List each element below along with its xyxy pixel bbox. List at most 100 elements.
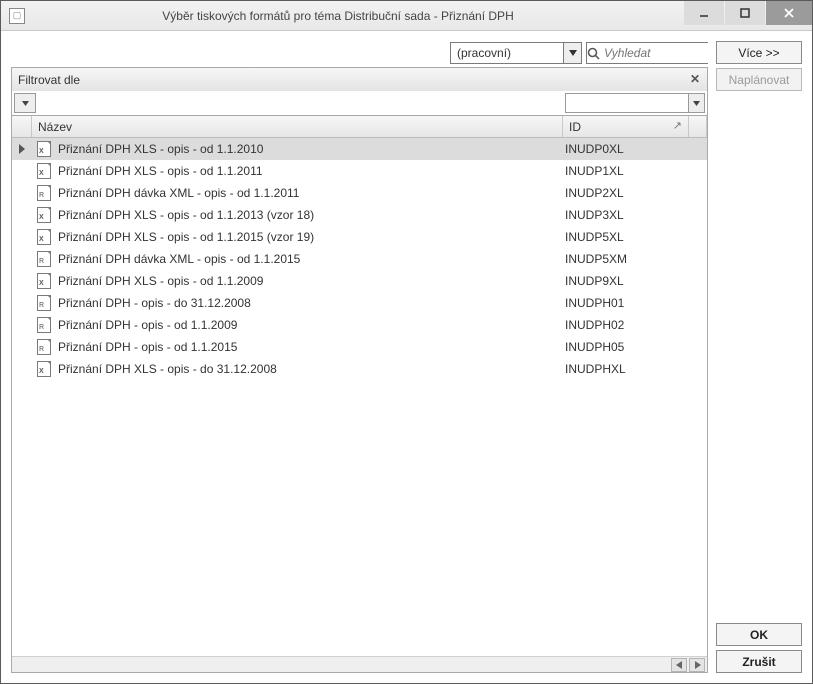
excel-file-icon: X — [37, 229, 51, 245]
horizontal-scrollbar[interactable] — [12, 656, 707, 672]
excel-file-icon: X — [37, 361, 51, 377]
table-row[interactable]: R Přiznání DPH - opis - do 31.12.2008INUD… — [12, 292, 707, 314]
row-type-icon: X — [32, 141, 56, 157]
report-file-icon: R — [37, 317, 51, 333]
row-name: Přiznání DPH - opis - od 1.1.2015 — [56, 340, 563, 354]
row-id: INUDP1XL — [563, 164, 689, 178]
profile-combo[interactable]: (pracovní) — [450, 42, 582, 64]
right-button-pane: Více >> Naplánovat OK Zrušit — [716, 41, 802, 673]
minimize-button[interactable] — [684, 1, 724, 25]
current-row-icon — [19, 144, 25, 154]
row-id: INUDP9XL — [563, 274, 689, 288]
table-row[interactable]: R Přiznání DPH dávka XML - opis - od 1.1.… — [12, 182, 707, 204]
row-name: Přiznání DPH XLS - opis - do 31.12.2008 — [56, 362, 563, 376]
chevron-down-icon — [22, 101, 29, 106]
grid-header-extra[interactable] — [689, 116, 707, 137]
filter-field-combo-small[interactable] — [14, 93, 36, 113]
row-type-icon: R — [32, 251, 56, 267]
table-row[interactable]: X Přiznání DPH XLS - opis - od 1.1.2011IN… — [12, 160, 707, 182]
report-file-icon: R — [37, 295, 51, 311]
scroll-right-button[interactable] — [689, 658, 705, 672]
row-id: INUDP0XL — [563, 142, 689, 156]
report-file-icon: R — [37, 185, 51, 201]
row-type-icon: X — [32, 229, 56, 245]
profile-combo-text: (pracovní) — [451, 46, 563, 60]
row-type-icon: X — [32, 361, 56, 377]
row-id: INUDPHXL — [563, 362, 689, 376]
window-controls — [683, 1, 812, 25]
table-row[interactable]: R Přiznání DPH dávka XML - opis - od 1.1.… — [12, 248, 707, 270]
scroll-left-button[interactable] — [671, 658, 687, 672]
more-button[interactable]: Více >> — [716, 41, 802, 64]
filter-value-combo[interactable] — [565, 93, 705, 113]
minimize-icon — [698, 7, 710, 19]
maximize-button[interactable] — [725, 1, 765, 25]
row-id: INUDPH01 — [563, 296, 689, 310]
chevron-right-icon — [694, 661, 701, 669]
table-row[interactable]: X Přiznání DPH XLS - opis - od 1.1.2013 (… — [12, 204, 707, 226]
ok-button[interactable]: OK — [716, 623, 802, 646]
row-name: Přiznání DPH XLS - opis - od 1.1.2011 — [56, 164, 563, 178]
close-icon — [783, 7, 795, 19]
row-type-icon: X — [32, 273, 56, 289]
table-row[interactable]: X Přiznání DPH XLS - opis - od 1.1.2015 (… — [12, 226, 707, 248]
filter-criteria-row — [11, 91, 708, 115]
titlebar: ▢ Výběr tiskových formátů pro téma Distr… — [1, 1, 812, 31]
filter-header: Filtrovat dle ✕ — [11, 67, 708, 91]
row-name: Přiznání DPH - opis - do 31.12.2008 — [56, 296, 563, 310]
row-type-icon: X — [32, 207, 56, 223]
dialog-window: ▢ Výběr tiskových formátů pro téma Distr… — [0, 0, 813, 684]
row-name: Přiznání DPH XLS - opis - od 1.1.2010 — [56, 142, 563, 156]
filter-value-button[interactable] — [688, 94, 704, 112]
table-row[interactable]: X Přiznání DPH XLS - opis - od 1.1.2010IN… — [12, 138, 707, 160]
row-name: Přiznání DPH XLS - opis - od 1.1.2015 (v… — [56, 230, 563, 244]
toolbar-row: (pracovní) — [11, 41, 708, 65]
grid-header-name[interactable]: Název — [32, 116, 563, 137]
chevron-down-icon — [693, 101, 700, 106]
grid-header: Název ID ↗ — [12, 116, 707, 138]
row-type-icon: R — [32, 295, 56, 311]
client-area: (pracovní) Filtrovat dle ✕ — [1, 31, 812, 683]
report-file-icon: R — [37, 251, 51, 267]
chevron-down-icon — [569, 50, 577, 56]
table-row[interactable]: R Přiznání DPH - opis - od 1.1.2015INUDPH… — [12, 336, 707, 358]
row-id: INUDPH02 — [563, 318, 689, 332]
row-type-icon: R — [32, 339, 56, 355]
cancel-button[interactable]: Zrušit — [716, 650, 802, 673]
table-row[interactable]: X Přiznání DPH XLS - opis - do 31.12.2008… — [12, 358, 707, 380]
schedule-button: Naplánovat — [716, 68, 802, 91]
search-box[interactable] — [586, 42, 708, 64]
grid-header-id[interactable]: ID ↗ — [563, 116, 689, 137]
row-type-icon: R — [32, 317, 56, 333]
grid-header-indicator[interactable] — [12, 116, 32, 137]
app-icon: ▢ — [9, 8, 25, 24]
excel-file-icon: X — [37, 273, 51, 289]
chevron-left-icon — [676, 661, 683, 669]
row-name: Přiznání DPH XLS - opis - od 1.1.2013 (v… — [56, 208, 563, 222]
maximize-icon — [739, 7, 751, 19]
row-id: INUDPH05 — [563, 340, 689, 354]
close-button[interactable] — [766, 1, 812, 25]
table-row[interactable]: R Přiznání DPH - opis - od 1.1.2009INUDPH… — [12, 314, 707, 336]
row-name: Přiznání DPH dávka XML - opis - od 1.1.2… — [56, 186, 563, 200]
table-row[interactable]: X Přiznání DPH XLS - opis - od 1.1.2009IN… — [12, 270, 707, 292]
row-indicator — [12, 144, 32, 154]
search-icon — [587, 43, 600, 63]
row-id: INUDP5XM — [563, 252, 689, 266]
grid-body: XPřiznání DPH XLS - opis - od 1.1.2010IN… — [12, 138, 707, 656]
excel-file-icon: X — [37, 141, 51, 157]
filter-label: Filtrovat dle — [18, 73, 80, 87]
sort-indicator-icon: ↗ — [673, 119, 682, 132]
row-id: INUDP2XL — [563, 186, 689, 200]
grid: Název ID ↗ X Přiznání DPH XLS - opis - od… — [11, 115, 708, 673]
row-name: Přiznání DPH dávka XML - opis - od 1.1.2… — [56, 252, 563, 266]
excel-file-icon: X — [37, 163, 51, 179]
left-pane: (pracovní) Filtrovat dle ✕ — [11, 41, 708, 673]
report-file-icon: R — [37, 339, 51, 355]
row-name: Přiznání DPH - opis - od 1.1.2009 — [56, 318, 563, 332]
row-type-icon: R — [32, 185, 56, 201]
filter-close-button[interactable]: ✕ — [687, 71, 703, 87]
row-name: Přiznání DPH XLS - opis - od 1.1.2009 — [56, 274, 563, 288]
excel-file-icon: X — [37, 207, 51, 223]
profile-combo-button[interactable] — [563, 43, 581, 63]
